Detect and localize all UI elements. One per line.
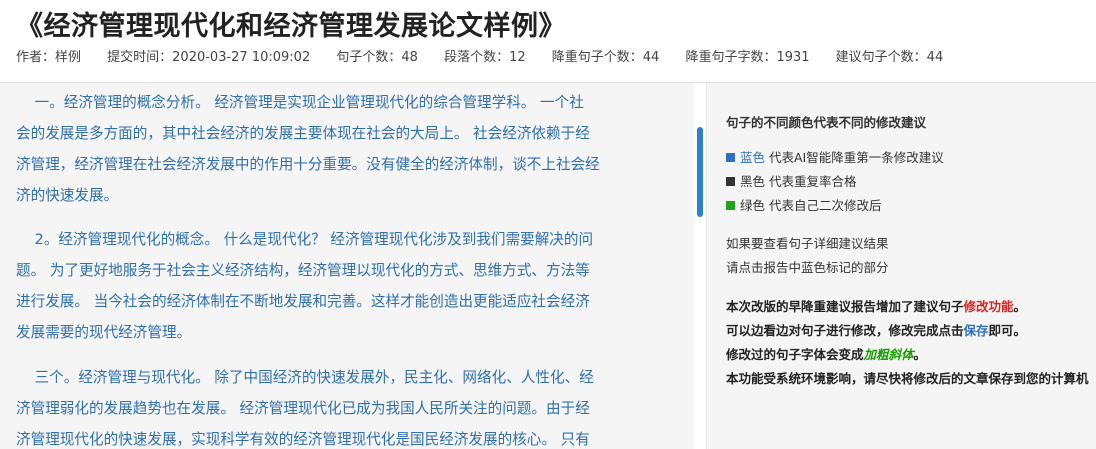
sentence-line[interactable]: 济管理现代化的快速发展，实现科学有效的经济管理现代化是国民经济发展的核心。 只有	[16, 424, 664, 449]
note-line-2: 可以边看边对句子进行修改，修改完成点击保存即可。	[726, 323, 1027, 338]
meta-reduced-word-count: 降重句子字数：1931	[685, 50, 810, 65]
sentence-line[interactable]: 济管理，经济管理在社会经济发展中的作用十分重要。没有健全的经济体制，谈不上社会经	[16, 149, 664, 180]
sentence-line[interactable]: 三个。经济管理与现代化。 除了中国经济的快速发展外，民主化、网络化、人性化、经	[16, 362, 664, 393]
hint-line-2: 请点击报告中蓝色标记的部分	[726, 260, 889, 275]
legend-blue: 蓝色 代表AI智能降重第一条修改建议	[726, 147, 944, 166]
paragraph-3[interactable]: 三个。经济管理与现代化。 除了中国经济的快速发展外，民主化、网络化、人性化、经 …	[16, 362, 664, 449]
meta-author: 作者：样例	[16, 50, 82, 65]
save-link[interactable]: 保存	[964, 323, 989, 338]
legend-green: 绿色 代表自己二次修改后	[726, 195, 882, 214]
article-scrollbar[interactable]	[697, 127, 703, 217]
note-line-1: 本次改版的早降重建议报告增加了建议句子修改功能。	[726, 299, 1027, 314]
sentence-line[interactable]: 会的发展是多方面的，其中社会经济的发展主要体现在社会的大局上。 社会经济依赖于经	[16, 118, 664, 149]
legend-black: 黑色 代表重复率合格	[726, 171, 857, 190]
meta-reduced-sentence-count: 降重句子个数：44	[551, 50, 660, 65]
sentence-line[interactable]: 济的快速发展。	[16, 180, 664, 211]
sentence-line[interactable]: 进行发展。 当今社会的经济体制在不断地发展和完善。这样才能创造出更能适应社会经济	[16, 286, 664, 317]
black-square-icon	[726, 177, 735, 186]
paragraph-1[interactable]: 一。经济管理的概念分析。 经济管理是实现企业管理现代化的综合管理学科。 一个社 …	[16, 87, 664, 211]
sentence-line[interactable]: 题。 为了更好地服务于社会主义经济结构，经济管理以现代化的方式、思维方式、方法等	[16, 255, 664, 286]
note-line-3: 修改过的句子字体会变成加粗斜体。	[726, 347, 927, 362]
meta-paragraph-count: 段落个数：12	[444, 50, 526, 65]
report-meta: 作者：样例 提交时间：2020-03-27 10:09:02 句子个数：48 段…	[16, 46, 965, 65]
report-header: 《经济管理现代化和经济管理发展论文样例》 作者：样例 提交时间：2020-03-…	[0, 0, 1096, 83]
green-square-icon	[726, 201, 735, 210]
legend-heading: 句子的不同颜色代表不同的修改建议	[726, 115, 927, 130]
sentence-line[interactable]: 济管理弱化的发展趋势也在发展。 经济管理现代化已成为我国人民所关注的问题。由于经	[16, 393, 664, 424]
article-body: 一。经济管理的概念分析。 经济管理是实现企业管理现代化的综合管理学科。 一个社 …	[0, 83, 694, 449]
sentence-line[interactable]: 发展需要的现代经济管理。	[16, 317, 664, 348]
paragraph-2[interactable]: 2。经济管理现代化的概念。 什么是现代化？ 经济管理现代化涉及到我们需要解决的问…	[16, 224, 664, 348]
sentence-line[interactable]: 一。经济管理的概念分析。 经济管理是实现企业管理现代化的综合管理学科。 一个社	[16, 87, 664, 118]
meta-sentence-count: 句子个数：48	[336, 50, 418, 65]
hint-line-1: 如果要查看句子详细建议结果	[726, 236, 889, 251]
meta-submit-time: 提交时间：2020-03-27 10:09:02	[107, 50, 311, 65]
suggestion-panel: 句子的不同颜色代表不同的修改建议 蓝色 代表AI智能降重第一条修改建议 黑色 代…	[707, 83, 1096, 449]
note-line-4: 本功能受系统环境影响，请尽快将修改后的文章保存到您的计算机	[726, 371, 1089, 386]
meta-suggested-sentence-count: 建议句子个数：44	[835, 50, 944, 65]
sentence-line[interactable]: 2。经济管理现代化的概念。 什么是现代化？ 经济管理现代化涉及到我们需要解决的问	[16, 224, 664, 255]
page-title: 《经济管理现代化和经济管理发展论文样例》	[16, 11, 566, 42]
blue-square-icon	[726, 153, 735, 162]
